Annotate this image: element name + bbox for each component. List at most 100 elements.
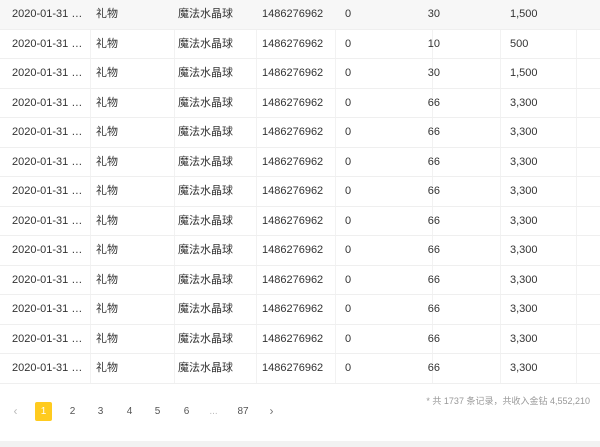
page-button-3[interactable]: 3 (92, 402, 109, 421)
id-cell: 1486276962 (262, 332, 324, 345)
quantity-cell: 66 (427, 155, 440, 168)
item-cell: 魔法水晶球 (178, 185, 233, 197)
count-cell: 0 (345, 332, 352, 345)
item-cell: 魔法水晶球 (178, 332, 233, 345)
type-cell: 礼物 (96, 37, 118, 50)
table-row: 2020-01-31 23:... 礼物 魔法水晶球 1486276962 0 66 3,3… (0, 236, 600, 266)
table-row: 2020-01-31 23:... 礼物 魔法水晶球 1486276962 0 66 3,3… (0, 295, 600, 325)
id-cell: 1486276962 (262, 362, 324, 374)
type-cell: 礼物 (96, 244, 118, 256)
table-row: 2020-01-31 23:... 礼物 魔法水晶球 1486276962 0 30 1,5… (0, 0, 600, 30)
item-cell: 魔法水晶球 (178, 67, 233, 79)
count-cell: 0 (345, 362, 352, 374)
value-cell: 3,300 (510, 273, 538, 286)
value-cell: 3,300 (510, 155, 538, 168)
records-table: 2020-01-31 23:...礼物魔法水晶球14862769620301,5… (0, 0, 600, 384)
time-cell: 2020-01-31 23:... (12, 273, 86, 286)
count-cell: 0 (345, 126, 352, 138)
count-cell: 0 (345, 244, 352, 256)
value-cell: 500 (510, 37, 529, 50)
bottom-scroll-strip (0, 441, 600, 447)
type-cell: 礼物 (96, 155, 118, 168)
item-cell: 魔法水晶球 (178, 214, 233, 227)
type-cell: 礼物 (96, 214, 118, 227)
quantity-cell: 66 (427, 126, 440, 138)
item-cell: 魔法水晶球 (178, 303, 233, 315)
type-cell: 礼物 (96, 362, 118, 374)
quantity-cell: 66 (427, 96, 440, 109)
id-cell: 1486276962 (262, 155, 324, 168)
time-cell: 2020-01-31 23:... (12, 96, 86, 109)
item-cell: 魔法水晶球 (178, 362, 233, 374)
time-cell: 2020-01-31 23:... (12, 8, 86, 20)
table-body: 2020-01-31 23:...礼物魔法水晶球14862769620301,5… (0, 0, 600, 384)
time-cell: 2020-01-31 23:... (12, 332, 86, 345)
value-cell: 1,500 (510, 8, 538, 20)
type-cell: 礼物 (96, 96, 118, 109)
type-cell: 礼物 (96, 67, 118, 79)
id-cell: 1486276962 (262, 244, 324, 256)
quantity-cell: 66 (427, 244, 440, 256)
chevron-right-icon: › (269, 404, 274, 418)
next-page-button[interactable]: › (263, 402, 280, 421)
table-row: 2020-01-31 23:... 礼物 魔法水晶球 1486276962 0 10 500 (0, 30, 600, 59)
id-cell: 1486276962 (262, 8, 324, 20)
time-cell: 2020-01-31 23:... (12, 303, 86, 315)
time-cell: 2020-01-31 23:... (12, 362, 86, 374)
quantity-cell: 66 (427, 214, 440, 227)
item-cell: 魔法水晶球 (178, 244, 233, 256)
id-cell: 1486276962 (262, 126, 324, 138)
type-cell: 礼物 (96, 273, 118, 286)
quantity-cell: 30 (427, 8, 440, 20)
type-cell: 礼物 (96, 8, 118, 20)
chevron-left-icon: ‹ (13, 404, 18, 418)
table-row: 2020-01-31 23:... 礼物 魔法水晶球 1486276962 0 66 3,3… (0, 148, 600, 177)
page-button-2[interactable]: 2 (64, 402, 81, 421)
page-button-6[interactable]: 6 (178, 402, 195, 421)
time-cell: 2020-01-31 23:... (12, 126, 86, 138)
pagination: ‹ 1 2 3 4 5 6 ... 87 › (0, 402, 300, 422)
page-button-1[interactable]: 1 (35, 402, 52, 421)
table-row: 2020-01-31 23:... 礼物 魔法水晶球 1486276962 0 30 1,5… (0, 59, 600, 89)
id-cell: 1486276962 (262, 273, 324, 286)
count-cell: 0 (345, 273, 352, 286)
page-button-4[interactable]: 4 (121, 402, 138, 421)
id-cell: 1486276962 (262, 185, 324, 197)
quantity-cell: 10 (427, 37, 440, 50)
value-cell: 3,300 (510, 185, 538, 197)
id-cell: 1486276962 (262, 67, 324, 79)
id-cell: 1486276962 (262, 37, 324, 50)
quantity-cell: 66 (427, 362, 440, 374)
type-cell: 礼物 (96, 303, 118, 315)
time-cell: 2020-01-31 23:... (12, 37, 86, 50)
count-cell: 0 (345, 214, 352, 227)
quantity-cell: 30 (427, 67, 440, 79)
quantity-cell: 66 (427, 332, 440, 345)
item-cell: 魔法水晶球 (178, 37, 233, 50)
table-row: 2020-01-31 23:... 礼物 魔法水晶球 1486276962 0 66 3,3… (0, 89, 600, 118)
quantity-cell: 66 (427, 303, 440, 315)
table-row: 2020-01-31 23:... 礼物 魔法水晶球 1486276962 0 66 3,3… (0, 354, 600, 384)
value-cell: 3,300 (510, 362, 538, 374)
table-row: 2020-01-31 23:... 礼物 魔法水晶球 1486276962 0 66 3,3… (0, 118, 600, 148)
item-cell: 魔法水晶球 (178, 273, 233, 286)
page-button-5[interactable]: 5 (149, 402, 166, 421)
time-cell: 2020-01-31 23:... (12, 185, 86, 197)
table-row: 2020-01-31 23:... 礼物 魔法水晶球 1486276962 0 66 3,3… (0, 207, 600, 236)
time-cell: 2020-01-31 23:... (12, 244, 86, 256)
count-cell: 0 (345, 8, 352, 20)
item-cell: 魔法水晶球 (178, 96, 233, 109)
prev-page-button[interactable]: ‹ (7, 402, 24, 421)
count-cell: 0 (345, 303, 352, 315)
type-cell: 礼物 (96, 185, 118, 197)
value-cell: 3,300 (510, 214, 538, 227)
id-cell: 1486276962 (262, 214, 324, 227)
value-cell: 3,300 (510, 126, 538, 138)
id-cell: 1486276962 (262, 303, 324, 315)
value-cell: 1,500 (510, 67, 538, 79)
page-button-87[interactable]: 87 (232, 402, 254, 421)
count-cell: 0 (345, 37, 352, 50)
time-cell: 2020-01-31 23:... (12, 214, 86, 227)
table-row: 2020-01-31 23:... 礼物 魔法水晶球 1486276962 0 66 3,3… (0, 266, 600, 295)
item-cell: 魔法水晶球 (178, 8, 233, 20)
